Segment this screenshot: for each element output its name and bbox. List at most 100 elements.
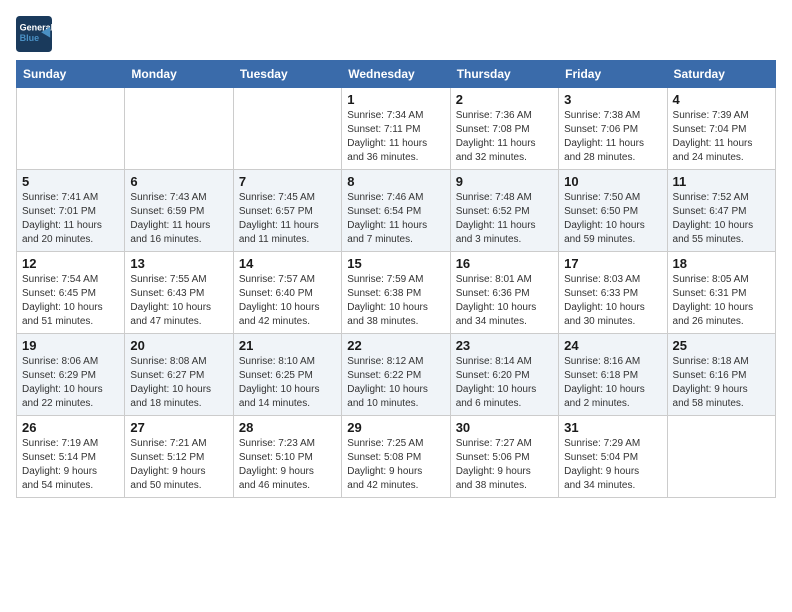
day-number: 18	[673, 256, 770, 271]
day-cell: 27 Sunrise: 7:21 AM Sunset: 5:12 PM Dayli…	[125, 416, 233, 498]
day-cell: 20 Sunrise: 8:08 AM Sunset: 6:27 PM Dayli…	[125, 334, 233, 416]
day-info: Sunrise: 7:39 AM Sunset: 7:04 PM Dayligh…	[673, 109, 770, 165]
day-info: Sunrise: 8:01 AM Sunset: 6:36 PM Dayligh…	[456, 273, 553, 329]
weekday-header-saturday: Saturday	[667, 61, 775, 88]
week-row-4: 19Sunrise: 8:06 AM Sunset: 6:29 PM Dayli…	[17, 334, 776, 416]
day-info: Sunrise: 7:25 AM Sunset: 5:08 PM Dayligh…	[347, 437, 444, 493]
day-cell: 28 Sunrise: 7:23 AM Sunset: 5:10 PM Dayli…	[233, 416, 341, 498]
day-cell: 18 Sunrise: 8:05 AM Sunset: 6:31 PM Dayli…	[667, 252, 775, 334]
day-info: Sunrise: 8:10 AM Sunset: 6:25 PM Dayligh…	[239, 355, 336, 411]
day-cell: 13Sunrise: 7:55 AM Sunset: 6:43 PM Dayli…	[125, 252, 233, 334]
day-number: 22	[347, 338, 444, 353]
weekday-header-tuesday: Tuesday	[233, 61, 341, 88]
day-info: Sunrise: 7:21 AM Sunset: 5:12 PM Dayligh…	[130, 437, 227, 493]
day-number: 30	[456, 420, 553, 435]
day-cell: 14 Sunrise: 7:57 AM Sunset: 6:40 PM Dayli…	[233, 252, 341, 334]
day-number: 25	[673, 338, 770, 353]
day-cell	[667, 416, 775, 498]
day-info: Sunrise: 7:50 AM Sunset: 6:50 PM Dayligh…	[564, 191, 661, 247]
day-number: 31	[564, 420, 661, 435]
day-number: 28	[239, 420, 336, 435]
day-cell: 3 Sunrise: 7:38 AM Sunset: 7:06 PM Daylig…	[559, 88, 667, 170]
day-cell: 25 Sunrise: 8:18 AM Sunset: 6:16 PM Dayli…	[667, 334, 775, 416]
day-number: 16	[456, 256, 553, 271]
day-info: Sunrise: 7:54 AM Sunset: 6:45 PM Dayligh…	[22, 273, 119, 329]
day-cell: 11 Sunrise: 7:52 AM Sunset: 6:47 PM Dayli…	[667, 170, 775, 252]
day-cell: 5 Sunrise: 7:41 AM Sunset: 7:01 PM Daylig…	[17, 170, 125, 252]
day-info: Sunrise: 7:48 AM Sunset: 6:52 PM Dayligh…	[456, 191, 553, 247]
day-info: Sunrise: 8:03 AM Sunset: 6:33 PM Dayligh…	[564, 273, 661, 329]
day-number: 20	[130, 338, 227, 353]
day-number: 6	[130, 174, 227, 189]
day-number: 4	[673, 92, 770, 107]
day-info: Sunrise: 7:19 AM Sunset: 5:14 PM Dayligh…	[22, 437, 119, 493]
day-info: Sunrise: 7:45 AM Sunset: 6:57 PM Dayligh…	[239, 191, 336, 247]
day-info: Sunrise: 8:18 AM Sunset: 6:16 PM Dayligh…	[673, 355, 770, 411]
day-cell: 15 Sunrise: 7:59 AM Sunset: 6:38 PM Dayli…	[342, 252, 450, 334]
day-number: 14	[239, 256, 336, 271]
day-number: 11	[673, 174, 770, 189]
weekday-header-thursday: Thursday	[450, 61, 558, 88]
logo-icon: General Blue	[16, 16, 52, 52]
day-cell: 1Sunrise: 7:34 AM Sunset: 7:11 PM Daylig…	[342, 88, 450, 170]
day-cell: 30Sunrise: 7:27 AM Sunset: 5:06 PM Dayli…	[450, 416, 558, 498]
day-number: 27	[130, 420, 227, 435]
day-info: Sunrise: 8:16 AM Sunset: 6:18 PM Dayligh…	[564, 355, 661, 411]
day-info: Sunrise: 8:14 AM Sunset: 6:20 PM Dayligh…	[456, 355, 553, 411]
calendar-table: SundayMondayTuesdayWednesdayThursdayFrid…	[16, 60, 776, 498]
day-info: Sunrise: 8:06 AM Sunset: 6:29 PM Dayligh…	[22, 355, 119, 411]
day-cell: 4 Sunrise: 7:39 AM Sunset: 7:04 PM Daylig…	[667, 88, 775, 170]
day-number: 21	[239, 338, 336, 353]
day-cell	[233, 88, 341, 170]
day-number: 15	[347, 256, 444, 271]
day-info: Sunrise: 8:05 AM Sunset: 6:31 PM Dayligh…	[673, 273, 770, 329]
day-info: Sunrise: 7:57 AM Sunset: 6:40 PM Dayligh…	[239, 273, 336, 329]
day-number: 10	[564, 174, 661, 189]
day-cell: 24Sunrise: 8:16 AM Sunset: 6:18 PM Dayli…	[559, 334, 667, 416]
day-number: 5	[22, 174, 119, 189]
day-info: Sunrise: 7:34 AM Sunset: 7:11 PM Dayligh…	[347, 109, 444, 165]
svg-text:Blue: Blue	[20, 33, 40, 43]
day-info: Sunrise: 7:36 AM Sunset: 7:08 PM Dayligh…	[456, 109, 553, 165]
day-number: 3	[564, 92, 661, 107]
day-info: Sunrise: 7:46 AM Sunset: 6:54 PM Dayligh…	[347, 191, 444, 247]
day-info: Sunrise: 7:41 AM Sunset: 7:01 PM Dayligh…	[22, 191, 119, 247]
day-cell: 8Sunrise: 7:46 AM Sunset: 6:54 PM Daylig…	[342, 170, 450, 252]
weekday-header-monday: Monday	[125, 61, 233, 88]
day-cell: 23 Sunrise: 8:14 AM Sunset: 6:20 PM Dayli…	[450, 334, 558, 416]
day-cell: 26 Sunrise: 7:19 AM Sunset: 5:14 PM Dayli…	[17, 416, 125, 498]
logo: General Blue	[16, 16, 58, 52]
week-row-5: 26 Sunrise: 7:19 AM Sunset: 5:14 PM Dayli…	[17, 416, 776, 498]
day-info: Sunrise: 8:12 AM Sunset: 6:22 PM Dayligh…	[347, 355, 444, 411]
day-cell: 17 Sunrise: 8:03 AM Sunset: 6:33 PM Dayli…	[559, 252, 667, 334]
day-cell: 7 Sunrise: 7:45 AM Sunset: 6:57 PM Daylig…	[233, 170, 341, 252]
week-row-1: 1Sunrise: 7:34 AM Sunset: 7:11 PM Daylig…	[17, 88, 776, 170]
day-info: Sunrise: 7:52 AM Sunset: 6:47 PM Dayligh…	[673, 191, 770, 247]
day-number: 17	[564, 256, 661, 271]
day-number: 7	[239, 174, 336, 189]
weekday-header-wednesday: Wednesday	[342, 61, 450, 88]
day-cell	[125, 88, 233, 170]
day-cell: 29 Sunrise: 7:25 AM Sunset: 5:08 PM Dayli…	[342, 416, 450, 498]
day-number: 23	[456, 338, 553, 353]
day-cell	[17, 88, 125, 170]
day-number: 9	[456, 174, 553, 189]
calendar-header: SundayMondayTuesdayWednesdayThursdayFrid…	[17, 61, 776, 88]
day-info: Sunrise: 7:43 AM Sunset: 6:59 PM Dayligh…	[130, 191, 227, 247]
day-info: Sunrise: 8:08 AM Sunset: 6:27 PM Dayligh…	[130, 355, 227, 411]
day-number: 12	[22, 256, 119, 271]
day-number: 26	[22, 420, 119, 435]
day-cell: 31 Sunrise: 7:29 AM Sunset: 5:04 PM Dayli…	[559, 416, 667, 498]
day-info: Sunrise: 7:29 AM Sunset: 5:04 PM Dayligh…	[564, 437, 661, 493]
day-info: Sunrise: 7:38 AM Sunset: 7:06 PM Dayligh…	[564, 109, 661, 165]
day-number: 29	[347, 420, 444, 435]
weekday-header-sunday: Sunday	[17, 61, 125, 88]
day-cell: 21 Sunrise: 8:10 AM Sunset: 6:25 PM Dayli…	[233, 334, 341, 416]
week-row-3: 12 Sunrise: 7:54 AM Sunset: 6:45 PM Dayli…	[17, 252, 776, 334]
day-info: Sunrise: 7:23 AM Sunset: 5:10 PM Dayligh…	[239, 437, 336, 493]
day-info: Sunrise: 7:59 AM Sunset: 6:38 PM Dayligh…	[347, 273, 444, 329]
weekday-header-friday: Friday	[559, 61, 667, 88]
day-cell: 22 Sunrise: 8:12 AM Sunset: 6:22 PM Dayli…	[342, 334, 450, 416]
day-number: 13	[130, 256, 227, 271]
day-cell: 12 Sunrise: 7:54 AM Sunset: 6:45 PM Dayli…	[17, 252, 125, 334]
